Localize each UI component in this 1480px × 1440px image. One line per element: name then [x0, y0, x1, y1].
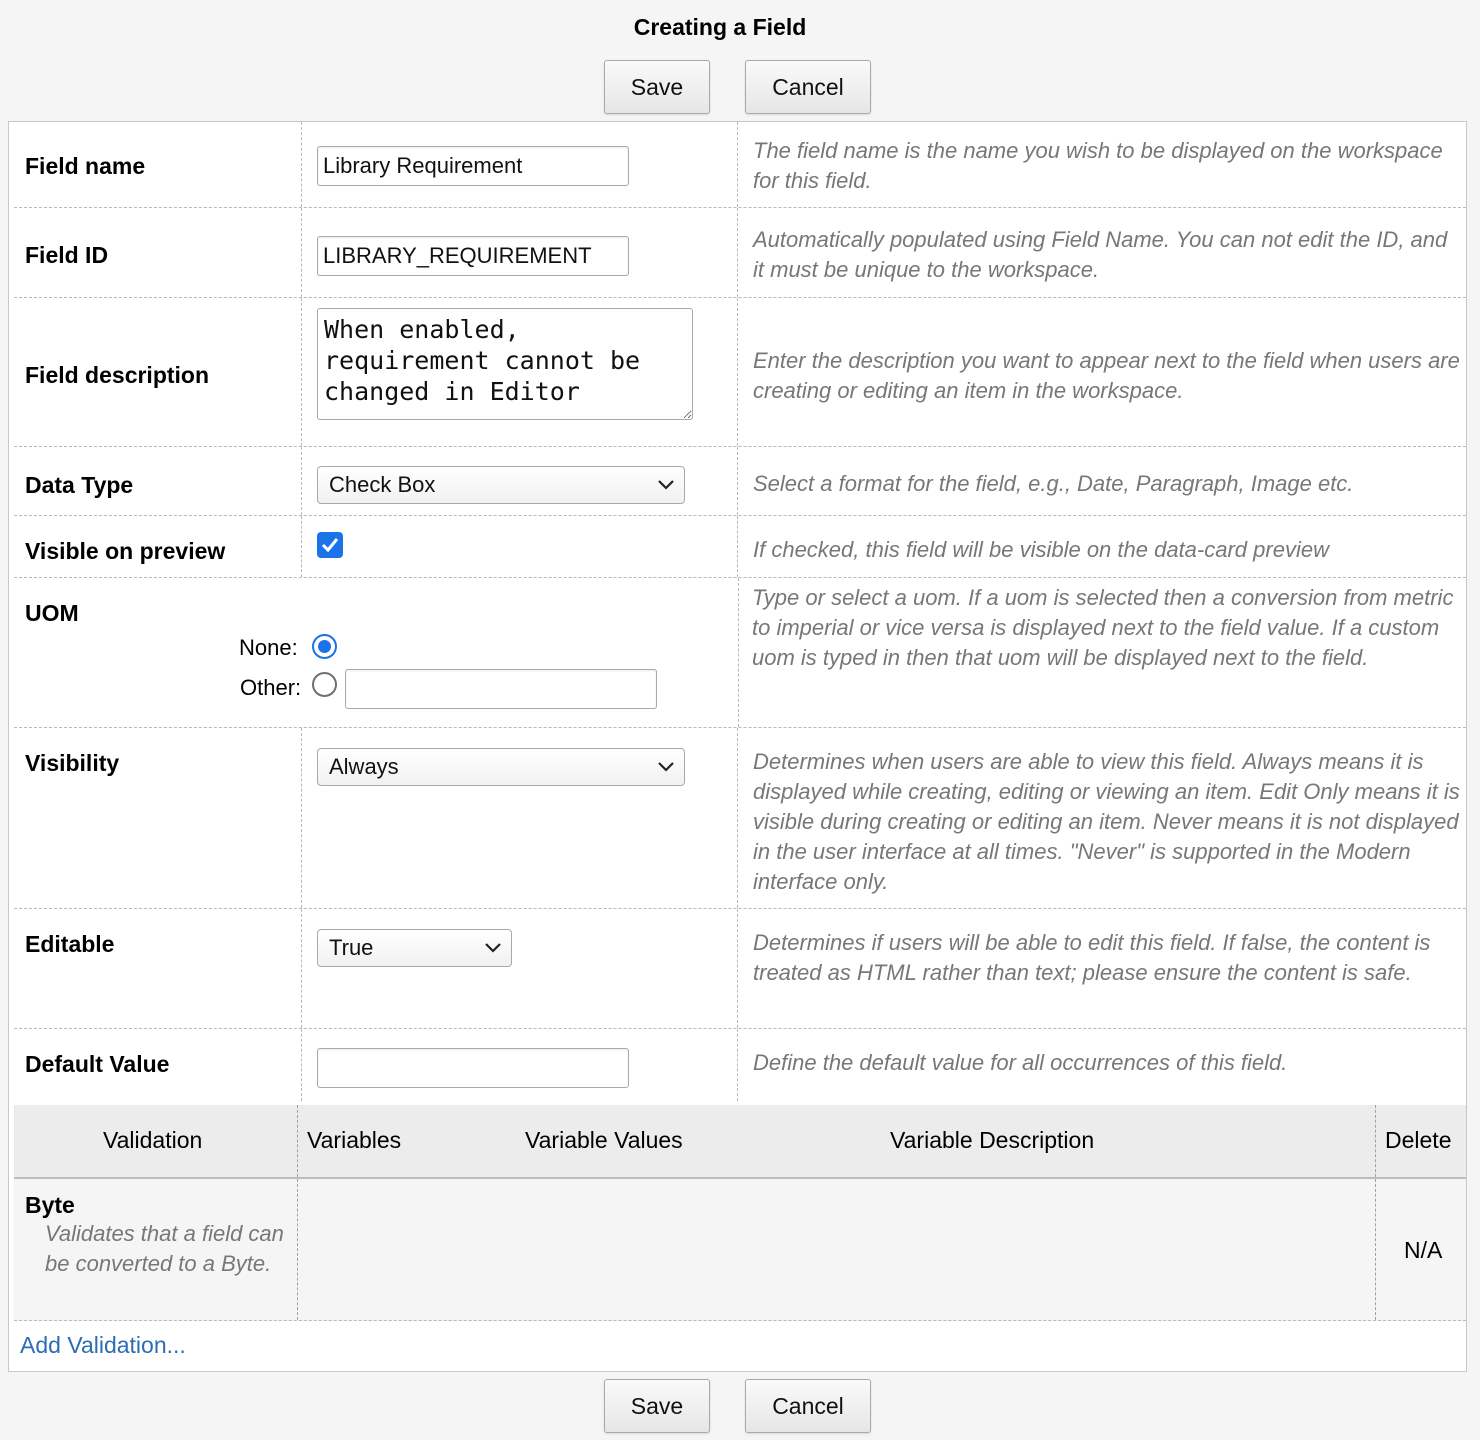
data-type-select[interactable]: Check Box	[317, 466, 685, 504]
default-value-help: Define the default value for all occurre…	[753, 1050, 1288, 1075]
validation-delete-value: N/A	[1404, 1237, 1443, 1263]
cancel-button[interactable]: Cancel	[745, 1379, 871, 1433]
default-value-input[interactable]	[317, 1048, 629, 1088]
visibility-label: Visibility	[25, 750, 120, 776]
uom-none-radio[interactable]	[312, 634, 337, 659]
visible-on-preview-help: If checked, this field will be visible o…	[753, 537, 1329, 562]
data-type-label: Data Type	[25, 472, 134, 498]
delete-column-header: Delete	[1385, 1127, 1452, 1153]
field-id-help: Automatically populated using Field Name…	[753, 227, 1448, 282]
row-field-id: Field ID Automatically populated using F…	[14, 208, 1466, 298]
visible-on-preview-label: Visible on preview	[25, 538, 226, 564]
field-description-textarea[interactable]: When enabled, requirement cannot be chan…	[317, 308, 693, 420]
cancel-button[interactable]: Cancel	[745, 60, 871, 114]
editable-select[interactable]: True	[317, 929, 512, 967]
page-title: Creating a Field	[633, 14, 807, 40]
field-id-input[interactable]	[317, 236, 629, 276]
field-form-panel: Field name The field name is the name yo…	[8, 121, 1467, 1372]
visibility-selected: Always	[329, 754, 399, 779]
row-editable: Editable True Determines if users will b…	[14, 909, 1466, 1029]
chevron-down-icon	[483, 931, 503, 977]
field-name-help: The field name is the name you wish to b…	[753, 138, 1443, 193]
uom-help: Type or select a uom. If a uom is select…	[752, 585, 1454, 670]
field-id-label: Field ID	[25, 242, 109, 268]
bottom-button-bar: Save Cancel	[604, 1379, 884, 1433]
uom-label: UOM	[25, 600, 79, 626]
row-field-description: Field description When enabled, requirem…	[14, 298, 1466, 447]
row-default-value: Default Value Define the default value f…	[14, 1029, 1466, 1101]
default-value-label: Default Value	[25, 1051, 170, 1077]
uom-none-label: None:	[239, 635, 298, 660]
chevron-down-icon	[656, 468, 676, 514]
validation-description: Validates that a field can be converted …	[45, 1221, 284, 1276]
uom-other-radio[interactable]	[312, 672, 337, 697]
top-button-bar: Save Cancel	[604, 60, 884, 114]
table-row: Byte Validates that a field can be conve…	[14, 1179, 1466, 1321]
validation-column-header: Validation	[103, 1127, 203, 1153]
row-visible-on-preview: Visible on preview If checked, this fiel…	[14, 516, 1466, 578]
row-uom: UOM None: Other: Type or select a uom. I…	[14, 578, 1466, 728]
data-type-selected: Check Box	[329, 472, 436, 497]
row-data-type: Data Type Check Box Select a format for …	[14, 447, 1466, 516]
editable-selected: True	[329, 935, 374, 960]
save-button[interactable]: Save	[604, 1379, 710, 1433]
checkmark-icon	[321, 538, 339, 553]
visible-on-preview-checkbox[interactable]	[317, 532, 343, 558]
uom-other-input[interactable]	[345, 669, 657, 709]
uom-other-label: Other:	[240, 675, 302, 700]
field-description-label: Field description	[25, 362, 210, 388]
visibility-select[interactable]: Always	[317, 748, 685, 786]
row-visibility: Visibility Always Determines when users …	[14, 728, 1466, 909]
field-name-label: Field name	[25, 153, 146, 179]
row-field-name: Field name The field name is the name yo…	[14, 122, 1466, 208]
variable-values-column-header: Variable Values	[525, 1127, 683, 1153]
add-validation-link[interactable]: Add Validation...	[20, 1332, 186, 1359]
field-name-input[interactable]	[317, 146, 629, 186]
data-type-help: Select a format for the field, e.g., Dat…	[753, 471, 1354, 496]
editable-label: Editable	[25, 931, 115, 957]
visibility-help: Determines when users are able to view t…	[753, 749, 1460, 894]
validation-table-header: Validation Variables Variable Values Var…	[14, 1105, 1466, 1179]
chevron-down-icon	[656, 750, 676, 796]
field-description-help: Enter the description you want to appear…	[753, 348, 1460, 403]
validation-name: Byte	[25, 1192, 75, 1218]
save-button[interactable]: Save	[604, 60, 710, 114]
variables-column-header: Variables	[307, 1127, 402, 1153]
variable-description-column-header: Variable Description	[890, 1127, 1095, 1153]
editable-help: Determines if users will be able to edit…	[753, 930, 1431, 985]
